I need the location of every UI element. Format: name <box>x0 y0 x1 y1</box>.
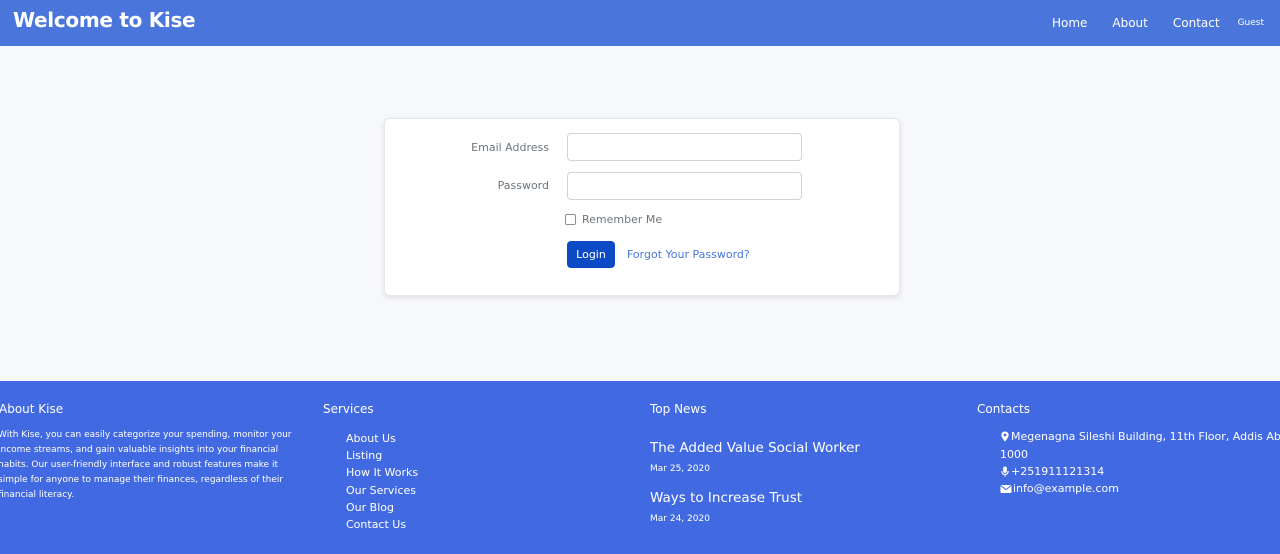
footer-contacts-title: Contacts <box>977 402 1030 416</box>
news-item-title[interactable]: Ways to Increase Trust <box>650 490 802 506</box>
contact-address-cont: 1000 <box>1000 448 1028 461</box>
footer-link-how-it-works[interactable]: How It Works <box>346 464 418 481</box>
nav-links: Home About Contact Guest <box>1027 0 1264 46</box>
password-label: Password <box>497 179 549 192</box>
contact-phone: +251911121314 <box>1000 465 1104 478</box>
footer-news-title: Top News <box>650 402 707 416</box>
footer-about-text: With Kise, you can easily categorize you… <box>0 430 292 500</box>
nav-link-home[interactable]: Home <box>1052 16 1087 30</box>
footer-link-our-blog[interactable]: Our Blog <box>346 499 418 516</box>
brand-title[interactable]: Welcome to Kise <box>13 8 196 32</box>
news-item-title[interactable]: The Added Value Social Worker <box>650 440 860 456</box>
forgot-password-link[interactable]: Forgot Your Password? <box>627 248 750 261</box>
site-footer: About Kise With Kise, you can easily cat… <box>0 381 1280 554</box>
login-button[interactable]: Login <box>567 241 615 268</box>
footer-services-title: Services <box>323 402 374 416</box>
remember-me-checkbox[interactable]: Remember Me <box>565 213 662 226</box>
footer-link-listing[interactable]: Listing <box>346 447 418 464</box>
login-card: Email Address Password Remember Me Login… <box>384 118 900 296</box>
footer-about-title: About Kise <box>0 402 64 416</box>
contact-address-text: Megenagna Sileshi Building, 11th Floor, … <box>1011 430 1280 443</box>
nav-link-contact[interactable]: Contact <box>1173 16 1220 30</box>
password-field[interactable] <box>567 172 802 200</box>
footer-link-about-us[interactable]: About Us <box>346 430 418 447</box>
news-item-date: Mar 25, 2020 <box>650 464 710 474</box>
microphone-icon <box>1001 466 1009 477</box>
news-item-date: Mar 24, 2020 <box>650 514 710 524</box>
footer-services-list: About Us Listing How It Works Our Servic… <box>346 430 418 533</box>
contact-email: info@example.com <box>1000 482 1119 495</box>
remember-me-label: Remember Me <box>582 213 663 226</box>
contact-phone-text: +251911121314 <box>1011 465 1105 478</box>
contact-email-text[interactable]: info@example.com <box>1013 482 1119 495</box>
user-menu[interactable]: Guest <box>1238 18 1264 28</box>
nav-link-about[interactable]: About <box>1112 16 1147 30</box>
email-label: Email Address <box>471 141 549 154</box>
envelope-icon <box>1000 484 1012 493</box>
top-navbar: Welcome to Kise Home About Contact Guest <box>0 0 1280 46</box>
footer-link-our-services[interactable]: Our Services <box>346 482 418 499</box>
email-field[interactable] <box>567 133 802 161</box>
footer-link-contact-us[interactable]: Contact Us <box>346 516 418 533</box>
contact-address: Megenagna Sileshi Building, 11th Floor, … <box>1000 430 1280 443</box>
checkbox-box[interactable] <box>565 214 576 225</box>
map-marker-icon <box>1001 431 1009 442</box>
